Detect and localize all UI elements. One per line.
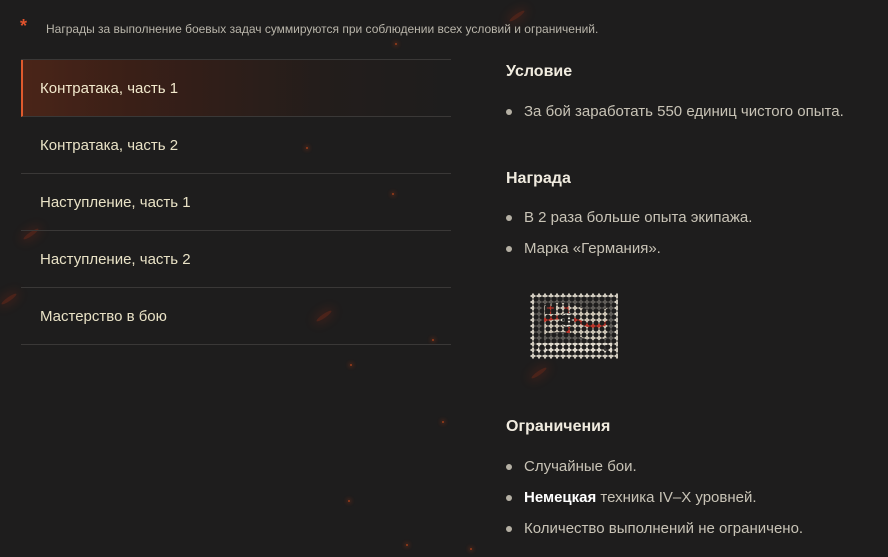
tab-counterattack-part-2[interactable]: Контратака, часть 2 <box>21 117 451 174</box>
condition-item: За бой заработать 550 единиц чистого опы… <box>506 103 844 120</box>
restrictions-title: Ограничения <box>506 418 611 435</box>
tab-label: Контратака, часть 2 <box>40 136 179 154</box>
restriction-bold: Немецкая <box>524 489 597 506</box>
stamp-art <box>534 297 614 355</box>
restriction-item: Случайные бои. <box>506 458 637 475</box>
war-flag-icon <box>534 297 614 355</box>
ember-decoration <box>530 366 548 380</box>
bullet-icon <box>506 494 512 501</box>
ember-decoration <box>442 421 444 423</box>
restriction-item: Немецкая техника IV–X уровней. <box>506 489 757 506</box>
bullet-icon <box>506 108 512 115</box>
tab-battle-mastery[interactable]: Мастерство в бою <box>21 288 451 345</box>
ember-decoration <box>350 364 352 366</box>
tab-offensive-part-1[interactable]: Наступление, часть 1 <box>21 174 451 231</box>
restriction-text: Случайные бои. <box>524 458 637 475</box>
tab-label: Наступление, часть 2 <box>40 250 191 268</box>
bullet-icon <box>506 525 512 532</box>
tab-label: Мастерство в бою <box>40 307 167 325</box>
reward-text: В 2 раза больше опыта экипажа. <box>524 209 753 226</box>
restriction-rest: техника IV–X уровней. <box>596 489 757 506</box>
reward-text: Марка «Германия». <box>524 240 661 257</box>
ember-decoration <box>0 292 18 306</box>
bullet-icon <box>506 214 512 221</box>
tab-offensive-part-2[interactable]: Наступление, часть 2 <box>21 231 451 288</box>
condition-title: Условие <box>506 63 573 80</box>
restriction-text: Количество выполнений не ограничено. <box>524 520 804 537</box>
tab-label: Контратака, часть 1 <box>40 79 179 97</box>
restriction-text: Немецкая техника IV–X уровней. <box>524 489 757 506</box>
bullet-icon <box>506 463 512 470</box>
mission-tabs: Контратака, часть 1 Контратака, часть 2 … <box>21 59 451 345</box>
tab-counterattack-part-1[interactable]: Контратака, часть 1 <box>21 60 451 117</box>
germany-flag-stamp-icon <box>530 293 618 359</box>
ember-decoration <box>470 548 472 550</box>
reward-item: Марка «Германия». <box>506 240 661 257</box>
ember-decoration <box>406 544 408 546</box>
ember-decoration <box>395 43 397 45</box>
ember-decoration <box>348 500 350 502</box>
note-text: Награды за выполнение боевых задач сумми… <box>46 22 599 36</box>
reward-title: Награда <box>506 170 571 187</box>
condition-text: За бой заработать 550 единиц чистого опы… <box>524 103 844 120</box>
bullet-icon <box>506 245 512 252</box>
tab-label: Наступление, часть 1 <box>40 193 191 211</box>
restriction-item: Количество выполнений не ограничено. <box>506 520 803 537</box>
asterisk-icon: * <box>20 16 28 36</box>
reward-item: В 2 раза больше опыта экипажа. <box>506 209 752 226</box>
rewards-note: * Награды за выполнение боевых задач сум… <box>20 16 599 38</box>
